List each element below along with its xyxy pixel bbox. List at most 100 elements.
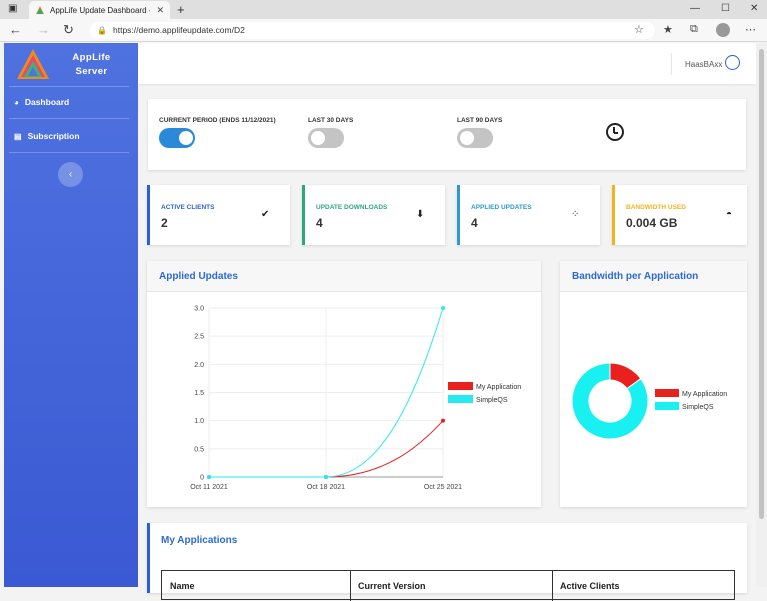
browser-titlebar: ▣ AppLife Update Dashboard - Haa ✕ + — ☐… bbox=[0, 0, 767, 19]
speedometer-icon: ◓ bbox=[726, 209, 733, 220]
x-tick-label: Oct 18 2021 bbox=[307, 484, 345, 491]
legend-label: My Application bbox=[682, 391, 727, 398]
new-tab-icon[interactable]: + bbox=[177, 2, 185, 17]
divider bbox=[9, 152, 129, 153]
card-accent bbox=[612, 185, 615, 245]
divider bbox=[9, 118, 129, 119]
applife-logo-icon bbox=[17, 49, 49, 79]
column-header-name[interactable]: Name bbox=[170, 581, 195, 591]
user-avatar-icon[interactable] bbox=[725, 55, 740, 70]
top-bar: HaasBAxx bbox=[138, 43, 756, 84]
stat-label: UPDATE DOWNLOADS bbox=[316, 204, 388, 211]
y-tick-label: 2.0 bbox=[194, 362, 204, 369]
username[interactable]: HaasBAxx bbox=[685, 60, 722, 69]
sidebar-item-subscription[interactable]: ▤ Subscription bbox=[14, 131, 80, 141]
double-check-icon: ✔ bbox=[261, 209, 270, 220]
more-icon[interactable]: ⋯ bbox=[745, 23, 756, 36]
x-tick-label: Oct 11 2021 bbox=[190, 484, 228, 491]
bandwidth-panel: Bandwidth per Application My Application… bbox=[560, 261, 747, 507]
document-icon: ▤ bbox=[14, 131, 22, 141]
stat-label: ACTIVE CLIENTS bbox=[161, 204, 215, 211]
data-point bbox=[441, 306, 445, 310]
legend-swatch bbox=[448, 395, 473, 403]
browser-profile-icon[interactable] bbox=[716, 23, 730, 37]
y-tick-label: 2.5 bbox=[194, 334, 204, 341]
sidebar-item-label: Subscription bbox=[27, 131, 80, 141]
period-selector-card: CURRENT PERIOD (ENDS 11/12/2021) LAST 30… bbox=[148, 99, 746, 170]
collapse-sidebar-button[interactable]: ‹ bbox=[58, 162, 83, 187]
data-point bbox=[324, 475, 328, 479]
my-applications-panel: My Applications Name Current Version Act… bbox=[147, 523, 747, 601]
sidebar: AppLife Server ◕ Dashboard ▤ Subscriptio… bbox=[4, 43, 138, 587]
y-tick-label: 1.5 bbox=[194, 390, 204, 397]
toggle-current-period[interactable] bbox=[159, 128, 195, 148]
brand-line2: Server bbox=[75, 66, 108, 77]
period-label-30-days: LAST 30 DAYS bbox=[308, 117, 354, 124]
stat-value: 4 bbox=[316, 216, 323, 230]
browser-tab[interactable]: AppLife Update Dashboard - Haa ✕ bbox=[29, 1, 170, 19]
stat-card-active-clients: ACTIVE CLIENTS 2 ✔ bbox=[147, 185, 290, 245]
legend-label: My Application bbox=[476, 384, 521, 391]
stat-card-applied-updates: APPLIED UPDATES 4 ⁘ bbox=[457, 185, 600, 245]
spinner-icon: ⁘ bbox=[571, 209, 580, 220]
stat-value: 2 bbox=[161, 216, 168, 230]
legend-swatch bbox=[655, 389, 679, 397]
address-bar-row: ← → ↻ 🔒 https://demo.applifeupdate.com/D… bbox=[0, 19, 767, 42]
close-window-icon[interactable]: ✕ bbox=[750, 3, 758, 14]
toggle-knob bbox=[311, 131, 325, 145]
stat-card-bandwidth-used: BANDWIDTH USED 0.004 GB ◓ bbox=[612, 185, 747, 245]
forward-icon[interactable]: → bbox=[37, 22, 50, 37]
column-header-current-version[interactable]: Current Version bbox=[358, 581, 426, 591]
url-text: https://demo.applifeupdate.com/D2 bbox=[113, 25, 245, 35]
column-divider bbox=[552, 571, 553, 601]
legend-swatch bbox=[448, 382, 473, 390]
y-tick-label: 0 bbox=[200, 475, 204, 482]
brand-name: AppLife Server bbox=[64, 51, 119, 79]
column-header-active-clients[interactable]: Active Clients bbox=[560, 581, 620, 591]
y-tick-label: 3.0 bbox=[194, 306, 204, 313]
maximize-icon[interactable]: ☐ bbox=[721, 3, 730, 14]
period-label-current: CURRENT PERIOD (ENDS 11/12/2021) bbox=[159, 117, 276, 124]
sidebar-item-label: Dashboard bbox=[24, 97, 70, 107]
window-menu-icon[interactable]: ▣ bbox=[8, 3, 17, 14]
scrollbar-thumb[interactable] bbox=[759, 49, 764, 519]
y-tick-label: 1.0 bbox=[194, 418, 204, 425]
card-accent bbox=[147, 185, 150, 245]
stat-card-update-downloads: UPDATE DOWNLOADS 4 ⬇ bbox=[302, 185, 445, 245]
toggle-last-30-days[interactable] bbox=[308, 128, 344, 148]
card-accent bbox=[302, 185, 305, 245]
url-field[interactable]: 🔒 https://demo.applifeupdate.com/D2 bbox=[90, 22, 655, 39]
applications-table: Name Current Version Active Clients bbox=[161, 570, 735, 601]
toggle-last-90-days[interactable] bbox=[457, 128, 493, 148]
clock-icon[interactable] bbox=[606, 123, 624, 141]
favorite-add-icon[interactable]: ☆ bbox=[634, 23, 644, 36]
toggle-knob bbox=[460, 131, 474, 145]
minimize-icon[interactable]: — bbox=[690, 3, 700, 14]
x-tick-label: Oct 25 2021 bbox=[424, 484, 462, 491]
data-point bbox=[207, 475, 211, 479]
sidebar-item-dashboard[interactable]: ◕ Dashboard bbox=[14, 97, 69, 107]
y-tick-label: 0.5 bbox=[194, 446, 204, 453]
period-label-90-days: LAST 90 DAYS bbox=[457, 117, 503, 124]
back-icon[interactable]: ← bbox=[9, 22, 22, 37]
toggle-knob bbox=[179, 131, 193, 145]
applied-updates-chart: 0 0.5 1.0 1.5 2.0 2.5 3.0 Oct 11 2021 Oct 18 202… bbox=[190, 306, 521, 492]
legend-label: SimpleQS bbox=[682, 404, 714, 411]
bandwidth-chart: My Application SimpleQS bbox=[571, 362, 727, 440]
legend-label: SimpleQS bbox=[476, 397, 508, 404]
refresh-icon[interactable]: ↻ bbox=[63, 22, 74, 38]
panel-title: My Applications bbox=[161, 535, 238, 546]
applife-favicon-icon bbox=[36, 6, 44, 14]
column-divider bbox=[350, 571, 351, 601]
stat-value: 4 bbox=[471, 216, 478, 230]
close-tab-icon[interactable]: ✕ bbox=[156, 5, 164, 16]
card-accent bbox=[457, 185, 460, 245]
applied-updates-panel: Applied Updates 0 0.5 1.0 1.5 2.0 2.5 3.0 Oct 1… bbox=[147, 261, 541, 507]
favorites-icon[interactable]: ★ bbox=[663, 23, 673, 36]
card-accent bbox=[147, 523, 150, 593]
lock-icon[interactable]: 🔒 bbox=[97, 22, 107, 39]
collections-icon[interactable]: ⧉ bbox=[690, 23, 698, 36]
brand-line1: AppLife bbox=[72, 52, 111, 63]
download-icon: ⬇ bbox=[416, 209, 425, 220]
page-scrollbar[interactable] bbox=[756, 43, 767, 587]
